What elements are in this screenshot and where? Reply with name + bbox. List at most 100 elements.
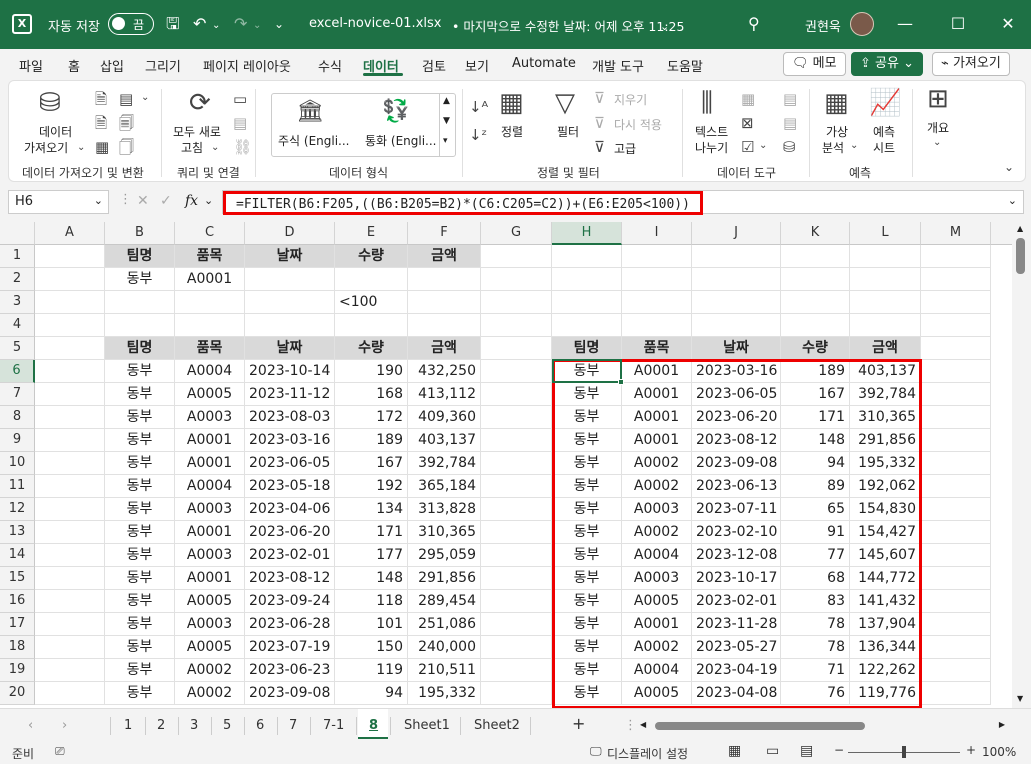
source-data-cell[interactable]: 403,137: [408, 429, 481, 452]
column-header-j[interactable]: J: [692, 222, 781, 245]
grid-cell[interactable]: [481, 682, 552, 705]
source-data-cell[interactable]: 190: [335, 360, 408, 383]
grid-cell[interactable]: [408, 314, 481, 337]
grid-cell[interactable]: [481, 291, 552, 314]
source-data-cell[interactable]: A0003: [175, 613, 245, 636]
source-data-cell[interactable]: 2023-08-12: [245, 567, 335, 590]
source-data-cell[interactable]: 동부: [105, 475, 175, 498]
outline-dropdown-icon[interactable]: ⌄: [933, 135, 941, 151]
grid-cell[interactable]: [481, 406, 552, 429]
more-icon[interactable]: ▾: [443, 136, 448, 146]
grid-cell[interactable]: [245, 314, 335, 337]
grid-cell[interactable]: [481, 636, 552, 659]
tab-view[interactable]: 보기: [465, 56, 489, 75]
source-data-cell[interactable]: A0005: [175, 590, 245, 613]
active-sheet-tab[interactable]: 8: [358, 709, 388, 739]
grid-cell[interactable]: [481, 475, 552, 498]
grid-cell[interactable]: [921, 682, 991, 705]
grid-cell[interactable]: [35, 268, 105, 291]
row-header-19[interactable]: 19: [0, 659, 35, 682]
source-header-cell[interactable]: 품목: [175, 337, 245, 360]
source-header-cell[interactable]: 수량: [335, 337, 408, 360]
grid-cell[interactable]: [921, 475, 991, 498]
column-header-partial[interactable]: [991, 222, 1012, 245]
horizontal-scroll-thumb[interactable]: [655, 722, 865, 730]
avatar[interactable]: [850, 12, 874, 36]
source-data-cell[interactable]: 동부: [105, 613, 175, 636]
source-data-cell[interactable]: 2023-07-19: [245, 636, 335, 659]
sheet-tab-5[interactable]: 5: [223, 718, 231, 733]
source-data-cell[interactable]: 210,511: [408, 659, 481, 682]
tab-help[interactable]: 도움말: [667, 56, 703, 75]
grid-cell[interactable]: [781, 245, 850, 268]
source-data-cell[interactable]: A0005: [175, 636, 245, 659]
tab-developer[interactable]: 개발 도구: [592, 56, 644, 75]
grid-cell[interactable]: [35, 383, 105, 406]
grid-cell[interactable]: [245, 291, 335, 314]
grid-cell[interactable]: [622, 314, 692, 337]
source-data-cell[interactable]: 2023-06-28: [245, 613, 335, 636]
fx-dropdown-icon[interactable]: ⌄: [204, 194, 213, 207]
grid-cell[interactable]: [481, 452, 552, 475]
grid-cell[interactable]: [921, 452, 991, 475]
source-data-cell[interactable]: A0001: [175, 521, 245, 544]
sheet-tab-1[interactable]: 1: [124, 718, 132, 733]
source-data-cell[interactable]: 101: [335, 613, 408, 636]
chevron-down-icon[interactable]: ▼: [443, 116, 450, 126]
row-header-12[interactable]: 12: [0, 498, 35, 521]
data-types-gallery[interactable]: 🏛 주식 (Engli... 💱 통화 (Engli... ▲ ▼ ▾: [271, 93, 456, 157]
grid-cell[interactable]: [481, 498, 552, 521]
grid-cell[interactable]: [481, 544, 552, 567]
result-header-cell[interactable]: 날짜: [692, 337, 781, 360]
display-settings-icon[interactable]: 🖵: [590, 744, 602, 759]
source-data-cell[interactable]: 2023-09-24: [245, 590, 335, 613]
get-data-label-2[interactable]: 가져오기: [24, 139, 68, 156]
row-header-1[interactable]: 1: [0, 245, 35, 268]
tab-page-layout[interactable]: 페이지 레이아웃: [203, 56, 291, 75]
outline-icon[interactable]: ⊞: [927, 85, 949, 113]
data-validation-icon[interactable]: ☑: [741, 139, 754, 155]
advanced-label[interactable]: 고급: [614, 140, 636, 157]
sheet-tab-7[interactable]: 7: [289, 718, 297, 733]
column-header-b[interactable]: B: [105, 222, 175, 245]
source-data-cell[interactable]: 171: [335, 521, 408, 544]
next-sheet-icon[interactable]: ›: [62, 718, 67, 733]
source-header-cell[interactable]: 팀명: [105, 337, 175, 360]
source-data-cell[interactable]: A0001: [175, 429, 245, 452]
grid-cell[interactable]: [245, 268, 335, 291]
source-data-cell[interactable]: 134: [335, 498, 408, 521]
get-data-label[interactable]: 데이터: [39, 123, 72, 140]
name-box-dropdown-icon[interactable]: ⌄: [94, 194, 103, 207]
grid-cell[interactable]: [850, 314, 921, 337]
grid-cell[interactable]: [35, 682, 105, 705]
result-header-cell[interactable]: 품목: [622, 337, 692, 360]
maximize-icon[interactable]: ☐: [948, 14, 968, 33]
worksheet-grid[interactable]: ABCDEFGHIJKLM 1 2 3 4 5 6 7 8 9 10 11 12 13 14 15 16 17 1…: [0, 222, 1012, 708]
source-data-cell[interactable]: 2023-04-06: [245, 498, 335, 521]
grid-cell[interactable]: [35, 567, 105, 590]
add-sheet-button[interactable]: +: [572, 714, 585, 733]
source-data-cell[interactable]: 313,828: [408, 498, 481, 521]
grid-cell[interactable]: [692, 291, 781, 314]
tab-draw[interactable]: 그리기: [145, 56, 181, 75]
refresh-label[interactable]: 모두 새로: [173, 123, 221, 140]
scroll-down-icon[interactable]: ▼: [1017, 694, 1023, 703]
source-data-cell[interactable]: 2023-09-08: [245, 682, 335, 705]
column-header-d[interactable]: D: [245, 222, 335, 245]
row-header-2[interactable]: 2: [0, 268, 35, 291]
grid-cell[interactable]: [335, 314, 408, 337]
from-picture-icon[interactable]: 🗍: [119, 139, 134, 155]
collapse-ribbon-icon[interactable]: ⌄: [1004, 159, 1014, 175]
what-if-icon[interactable]: ▦: [824, 89, 849, 117]
from-table-icon[interactable]: ▦: [95, 139, 109, 155]
minimize-icon[interactable]: —: [895, 14, 915, 33]
normal-view-icon[interactable]: ▦: [728, 743, 741, 759]
existing-connections-icon[interactable]: 🗐: [119, 115, 134, 131]
data-model-icon[interactable]: ⛁: [783, 139, 796, 155]
zoom-slider-thumb[interactable]: [902, 746, 906, 758]
sort-icon[interactable]: ▦: [499, 89, 524, 117]
source-data-cell[interactable]: A0002: [175, 659, 245, 682]
text-to-columns-icon[interactable]: ⫼: [701, 89, 713, 117]
source-data-cell[interactable]: 2023-08-03: [245, 406, 335, 429]
source-data-cell[interactable]: 2023-06-20: [245, 521, 335, 544]
